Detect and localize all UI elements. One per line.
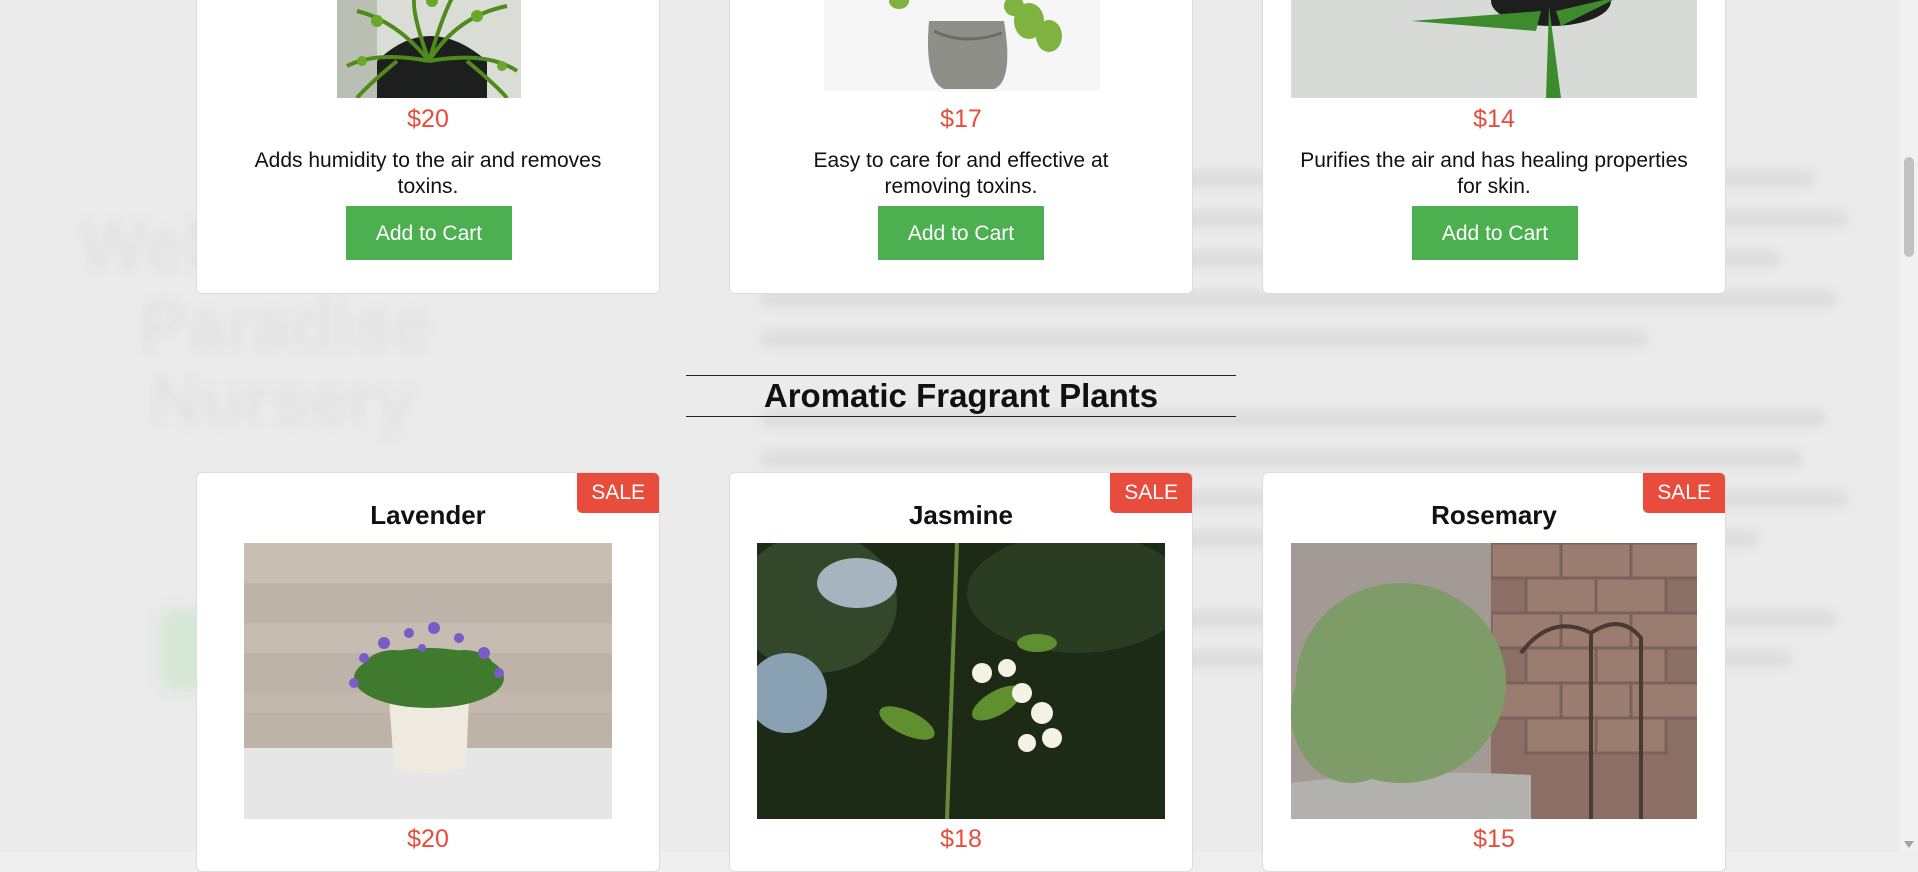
product-card: $20 Adds humidity to the air and removes…	[196, 0, 660, 294]
scroll-down-arrow-icon[interactable]	[1904, 841, 1914, 848]
product-image	[1291, 543, 1697, 819]
product-image	[337, 0, 521, 98]
product-description: Adds humidity to the air and removes tox…	[254, 149, 602, 198]
product-card: $14 Purifies the air and has healing pro…	[1262, 0, 1726, 294]
product-description: Easy to care for and effective at removi…	[813, 149, 1109, 198]
product-card: $17 Easy to care for and effective at re…	[729, 0, 1193, 294]
hero-title-line-2: Paradise	[140, 286, 432, 364]
hero-title-line-1: Wel	[80, 206, 204, 284]
product-card: SALE Lavender $20	[196, 472, 660, 872]
scrollbar-thumb[interactable]	[1904, 157, 1914, 257]
product-description: Purifies the air and has healing propert…	[1300, 149, 1688, 198]
add-to-cart-button[interactable]: Add to Cart	[878, 206, 1044, 260]
add-to-cart-button[interactable]: Add to Cart	[1412, 206, 1578, 260]
product-name: Lavender	[370, 500, 486, 530]
product-card: SALE Rosemary $15	[1262, 472, 1726, 872]
product-image	[1291, 0, 1697, 98]
product-image	[824, 0, 1100, 91]
product-name: Rosemary	[1431, 500, 1557, 530]
add-to-cart-button[interactable]: Add to Cart	[346, 206, 512, 260]
product-price: $20	[407, 825, 449, 853]
product-image	[757, 543, 1165, 819]
product-price: $20	[407, 105, 449, 133]
section-heading: Aromatic Fragrant Plants	[686, 375, 1236, 417]
product-price: $17	[940, 105, 982, 133]
product-price: $18	[940, 825, 982, 853]
product-image	[244, 543, 612, 819]
hero-title-line-3: Nursery	[150, 361, 415, 439]
section-title: Aromatic Fragrant Plants	[763, 377, 1159, 414]
product-card: SALE Jasmine $18	[729, 472, 1193, 872]
product-price: $14	[1473, 105, 1515, 133]
product-name: Jasmine	[908, 500, 1014, 530]
product-price: $15	[1473, 825, 1515, 853]
vertical-scrollbar[interactable]	[1900, 0, 1918, 852]
